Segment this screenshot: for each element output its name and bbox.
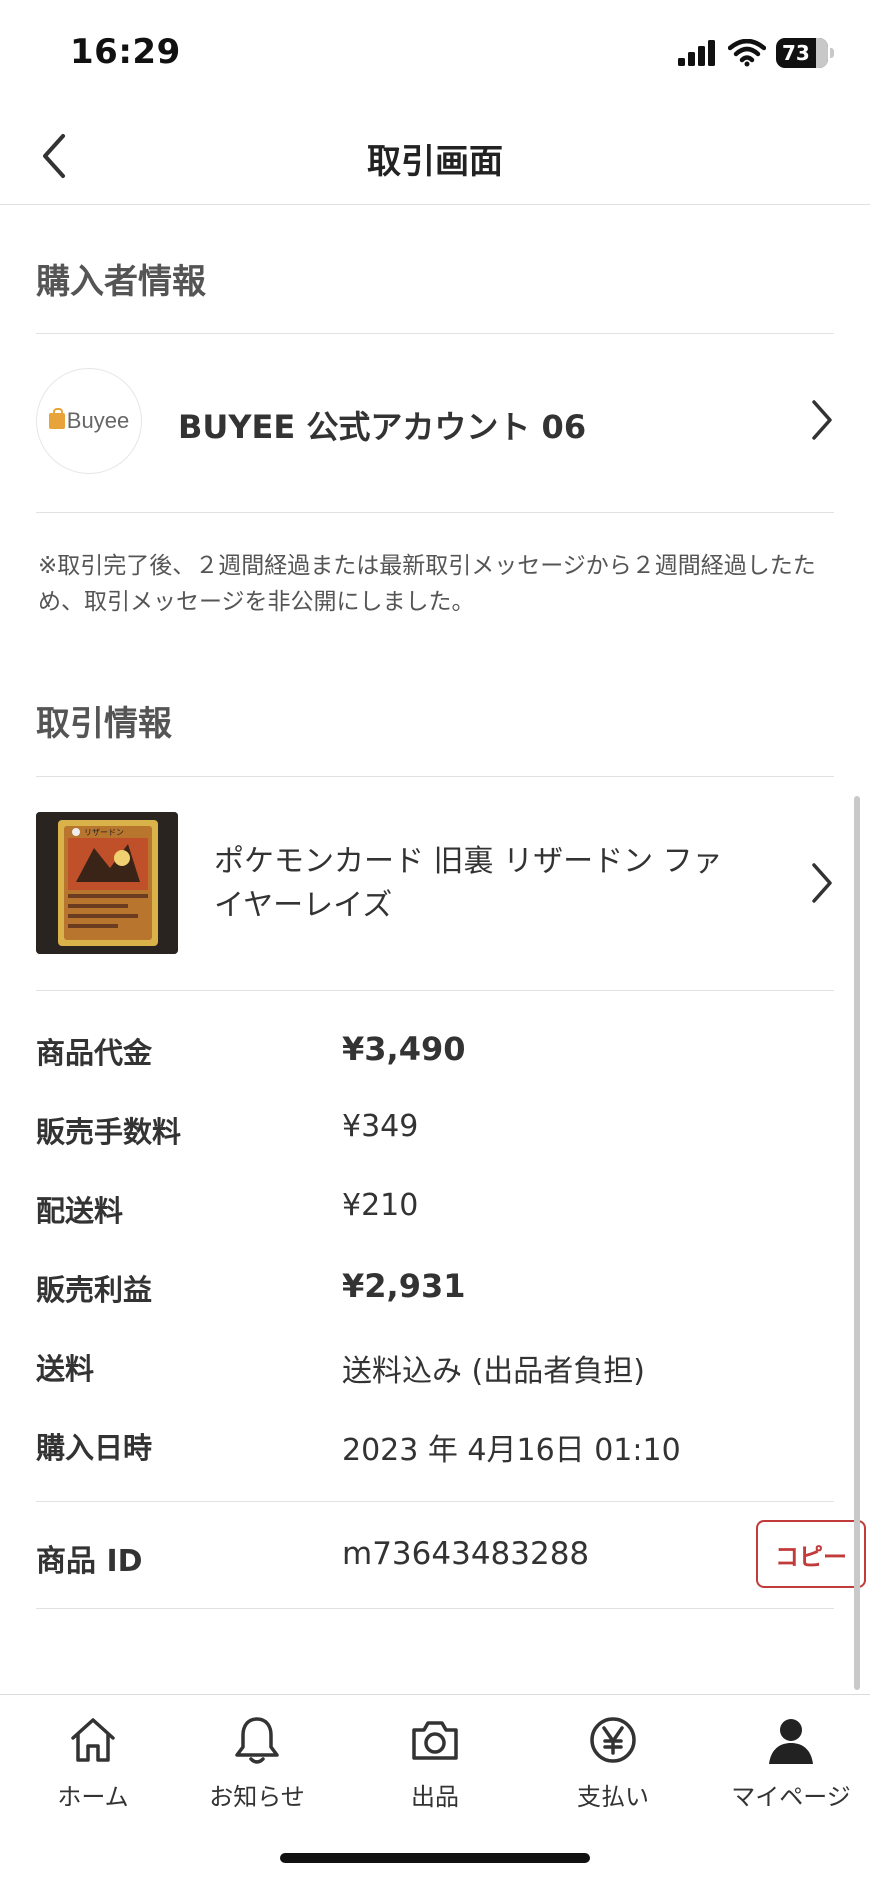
detail-value: ¥210: [342, 1188, 419, 1223]
tab-home[interactable]: ホーム: [6, 1711, 180, 1821]
chevron-right-icon: [810, 398, 834, 446]
detail-row-profit: 販売利益 ¥2,931: [36, 1253, 834, 1332]
avatar: Buyee: [36, 368, 142, 474]
status-bar: 16:29 73: [0, 0, 870, 110]
nav-bar: 取引画面: [0, 110, 870, 205]
detail-value: ¥2,931: [342, 1267, 466, 1305]
divider: [36, 990, 834, 991]
page-title: 取引画面: [367, 142, 503, 182]
tab-label: 出品: [411, 1783, 459, 1811]
tab-mypage[interactable]: マイページ: [704, 1711, 870, 1821]
camera-icon: [410, 1711, 460, 1769]
tab-label: お知らせ: [209, 1783, 305, 1811]
tab-label: マイページ: [731, 1783, 851, 1811]
buyee-logo: Buyee: [48, 408, 130, 434]
status-time: 16:29: [70, 32, 181, 72]
detail-value: 送料込み (出品者負担): [342, 1354, 645, 1389]
product-id-label: 商品 ID: [36, 1544, 143, 1579]
detail-row-delivery-fee: 配送料 ¥210: [36, 1174, 834, 1253]
message-notice: ※取引完了後、２週間経過または最新取引メッセージから２週間経過したため、取引メッ…: [38, 553, 816, 615]
detail-label: 購入日時: [36, 1431, 153, 1465]
logo-text: Buyee: [66, 408, 130, 433]
wifi-icon: [728, 39, 766, 67]
detail-row-shipping: 送料 送料込み (出品者負担): [36, 1332, 834, 1411]
detail-row-purchase-date: 購入日時 2023 年 4月16日 01:10: [36, 1411, 834, 1490]
detail-label: 商品代金: [36, 1036, 153, 1070]
item-thumbnail: リザードン: [36, 812, 178, 954]
detail-value: ¥349: [342, 1109, 419, 1144]
detail-label: 配送料: [36, 1194, 124, 1228]
tab-label: ホーム: [57, 1783, 129, 1811]
detail-row-price: 商品代金 ¥3,490: [36, 1016, 834, 1095]
copy-button[interactable]: コピー: [756, 1520, 866, 1588]
card-name-text: リザードン: [84, 828, 124, 837]
battery-icon: 73: [776, 38, 834, 68]
yen-icon: [589, 1711, 637, 1769]
buyer-section-title: 購入者情報: [36, 262, 206, 302]
buyer-name: BUYEE 公式アカウント 06: [178, 408, 587, 446]
tab-label: 支払い: [577, 1783, 649, 1811]
detail-label: 販売手数料: [36, 1115, 182, 1149]
scrollbar[interactable]: [854, 796, 860, 1690]
divider: [36, 512, 834, 513]
product-id-value: m73643483288: [342, 1536, 590, 1572]
home-indicator[interactable]: [280, 1853, 590, 1863]
signal-icon: [678, 40, 715, 66]
tab-notifications[interactable]: お知らせ: [170, 1711, 344, 1821]
shopping-bag-icon: [48, 408, 65, 429]
tab-listing[interactable]: 出品: [348, 1711, 522, 1821]
item-title: ポケモンカード 旧裏 リザードン ファイヤーレイズ: [214, 844, 723, 923]
detail-value: ¥3,490: [342, 1030, 466, 1068]
detail-label: 送料: [36, 1352, 95, 1386]
person-icon: [767, 1711, 815, 1769]
transaction-section-title: 取引情報: [36, 704, 172, 744]
chevron-right-icon: [810, 861, 834, 909]
home-icon: [68, 1711, 118, 1769]
transaction-details: 商品代金 ¥3,490 販売手数料 ¥349 配送料 ¥210 販売利益 ¥2,…: [36, 1016, 834, 1490]
status-icons: 73: [678, 38, 834, 68]
tab-payment[interactable]: 支払い: [526, 1711, 700, 1821]
detail-value: 2023 年 4月16日 01:10: [342, 1433, 681, 1468]
buyer-row[interactable]: Buyee BUYEE 公式アカウント 06: [36, 334, 834, 512]
item-row[interactable]: リザードン ポケモンカード 旧裏 リザードン ファイヤーレイズ: [36, 776, 834, 990]
bell-icon: [233, 1711, 281, 1769]
divider: [36, 1608, 834, 1609]
battery-level: 73: [782, 41, 810, 65]
detail-row-fee: 販売手数料 ¥349: [36, 1095, 834, 1174]
product-id-row: 商品 ID m73643483288 コピー: [36, 1502, 866, 1608]
detail-label: 販売利益: [36, 1273, 153, 1307]
